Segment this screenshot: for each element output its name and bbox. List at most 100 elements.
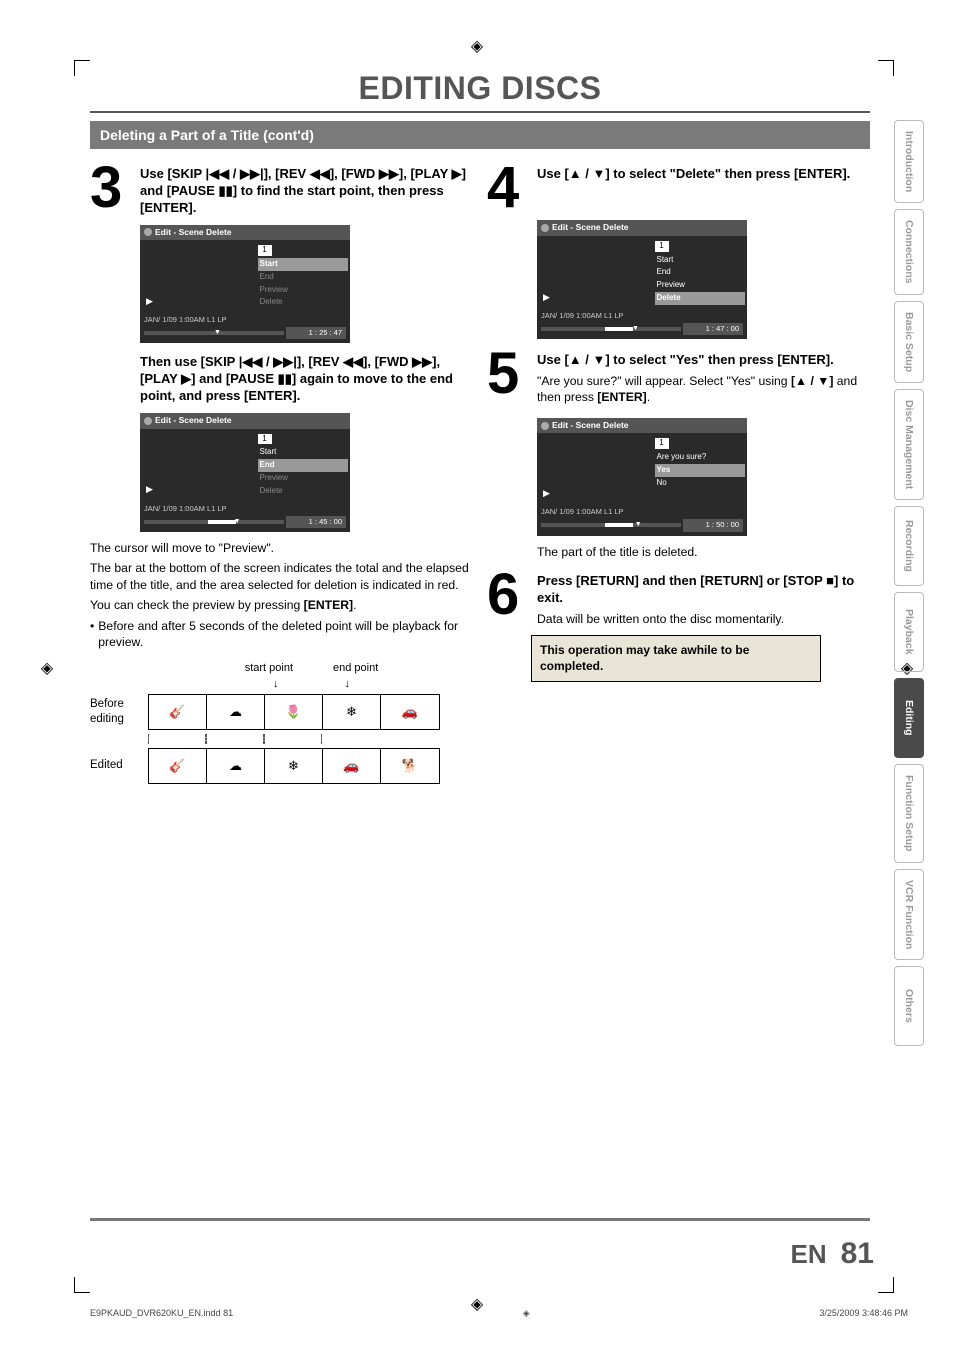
dialog-title: Edit - Scene Delete: [140, 413, 350, 428]
step-5-heading: Use [▲ / ▼] to select "Yes" then press […: [537, 349, 870, 369]
progress-selection: [605, 523, 633, 527]
print-footer: E9PKAUD_DVR620KU_EN.indd 81 ◈ 3/25/2009 …: [90, 1308, 908, 1319]
dialog-menu: 1 StartEndPreviewDelete: [256, 429, 351, 502]
section-heading: Deleting a Part of a Title (cont'd): [90, 121, 870, 149]
menu-item: Start: [258, 446, 349, 459]
progress-marker: ▼: [234, 517, 241, 526]
side-tab: Connections: [894, 209, 924, 295]
edited-label: Edited: [90, 758, 144, 774]
disc-icon: [144, 228, 152, 236]
step-5-sub: "Are you sure?" will appear. Select "Yes…: [537, 373, 870, 406]
print-file: E9PKAUD_DVR620KU_EN.indd 81: [90, 1308, 233, 1319]
menu-item: No: [655, 477, 746, 490]
registration-mark-left: ◈: [38, 660, 56, 678]
step-number-3: 3: [90, 163, 134, 212]
side-tabs: IntroductionConnectionsBasic SetupDisc M…: [894, 120, 924, 1046]
dialog-menu: 1 StartEndPreviewDelete: [653, 236, 748, 309]
dialog-menu: 1 Are you sure?YesNo: [653, 433, 748, 505]
dialog-scene-delete-5: Edit - Scene Delete ▶ 1 Are you sure?Yes…: [537, 418, 747, 536]
menu-item: Preview: [655, 279, 746, 292]
recording-info: JAN/ 1/09 1:00AM L1 LP: [541, 507, 743, 517]
progress-selection: [605, 327, 633, 331]
page-number: 81: [841, 1237, 874, 1271]
crop-corner-br: [878, 1277, 894, 1293]
time-display: 1 : 50 : 00: [683, 519, 743, 531]
before-cells: 🎸 ☁ 🌷 ❄ 🚗: [148, 694, 440, 730]
side-tab: Editing: [894, 678, 924, 758]
dialog-scene-delete-4: Edit - Scene Delete ▶ 1 StartEndPreviewD…: [537, 220, 747, 339]
disc-icon: [541, 224, 549, 232]
play-icon: ▶: [543, 291, 550, 303]
side-tab: Others: [894, 966, 924, 1046]
frame-cell: ❄: [265, 749, 323, 783]
recording-info: JAN/ 1/09 1:00AM L1 LP: [144, 504, 346, 514]
print-timestamp: 3/25/2009 3:48:46 PM: [819, 1308, 908, 1319]
side-tab: Playback: [894, 592, 924, 672]
dialog-menu: 1 StartEndPreviewDelete: [256, 240, 351, 313]
dialog-title-text: Edit - Scene Delete: [552, 420, 629, 431]
menu-title-number: 1: [258, 245, 272, 256]
progress-bar: ▼: [144, 331, 284, 335]
frame-cell: 🎸: [149, 695, 207, 729]
menu-item: Delete: [258, 296, 349, 309]
disc-icon: [541, 422, 549, 430]
dialog-title: Edit - Scene Delete: [140, 225, 350, 240]
crop-corner-tr: [878, 60, 894, 76]
play-icon: ▶: [543, 487, 550, 499]
frame-cell: 🐕: [381, 749, 439, 783]
page-footer: EN 81: [791, 1237, 875, 1271]
side-tab: Recording: [894, 506, 924, 586]
side-tab: Basic Setup: [894, 301, 924, 383]
p3-bold: [ENTER]: [304, 598, 353, 612]
time-display: 1 : 25 : 47: [286, 327, 346, 339]
step-number-5: 5: [487, 349, 531, 398]
dialog-preview-area: ▶: [140, 240, 256, 313]
menu-item: Start: [655, 254, 746, 267]
crop-corner-tl: [74, 60, 90, 76]
frame-cell: ☁: [207, 749, 265, 783]
s5-pre: "Are you sure?" will appear. Select "Yes…: [537, 374, 791, 388]
dialog-preview-area: ▶: [537, 236, 653, 309]
progress-selection: [208, 520, 236, 524]
menu-item: Preview: [258, 472, 349, 485]
menu-item: End: [258, 459, 349, 472]
p3-post: .: [353, 598, 356, 612]
step-3-heading: Use [SKIP |◀◀ / ▶▶|], [REV ◀◀], [FWD ▶▶]…: [140, 163, 473, 217]
step-4-heading: Use [▲ / ▼] to select "Delete" then pres…: [537, 163, 850, 183]
step-3: 3 Use [SKIP |◀◀ / ▶▶|], [REV ◀◀], [FWD ▶…: [90, 163, 473, 217]
edited-cells: 🎸 ☁ ❄ 🚗 🐕: [148, 748, 440, 784]
page-title: EDITING DISCS: [90, 70, 870, 107]
frame-cell: ☁: [207, 695, 265, 729]
menu-title-number: 1: [655, 241, 669, 252]
time-display: 1 : 45 : 00: [286, 516, 346, 528]
end-point-label: end point: [333, 661, 378, 676]
progress-bar: ▼: [541, 327, 681, 331]
s5-post: .: [647, 390, 650, 404]
menu-item: Start: [258, 258, 349, 271]
menu-item: Delete: [258, 485, 349, 498]
dialog-scene-delete-1: Edit - Scene Delete ▶ 1 StartEndPreviewD…: [140, 225, 350, 344]
menu-item: End: [258, 271, 349, 284]
before-editing-label: Before editing: [90, 697, 144, 728]
step-3-p1: The cursor will move to "Preview".: [90, 540, 473, 556]
dialog-preview-area: ▶: [140, 429, 256, 502]
disc-icon: [144, 417, 152, 425]
dialog-scene-delete-2: Edit - Scene Delete ▶ 1 StartEndPreviewD…: [140, 413, 350, 532]
step-3-p3: You can check the preview by pressing [E…: [90, 597, 473, 613]
right-column: 4 Use [▲ / ▼] to select "Delete" then pr…: [487, 163, 870, 788]
s5-b1: [▲ / ▼]: [791, 374, 833, 388]
step-6-heading: Press [RETURN] and then [RETURN] or [STO…: [537, 570, 870, 607]
lang-label: EN: [791, 1239, 827, 1270]
menu-item: Preview: [258, 284, 349, 297]
menu-item: Delete: [655, 292, 746, 305]
diagram-dashed-connector: [148, 734, 473, 744]
progress-bar: ▼: [144, 520, 284, 524]
dialog-title-text: Edit - Scene Delete: [155, 415, 232, 426]
dialog-title-text: Edit - Scene Delete: [155, 227, 232, 238]
frame-cell: 🚗: [323, 749, 381, 783]
side-tab: Introduction: [894, 120, 924, 203]
recording-info: JAN/ 1/09 1:00AM L1 LP: [144, 315, 346, 325]
menu-title-number: 1: [655, 438, 669, 449]
menu-item: End: [655, 266, 746, 279]
menu-item: Yes: [655, 464, 746, 477]
